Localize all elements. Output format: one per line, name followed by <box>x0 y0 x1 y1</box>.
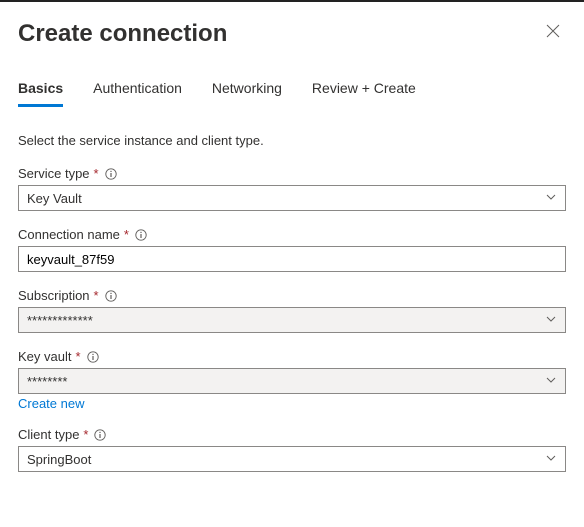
client-type-value: SpringBoot <box>27 452 91 467</box>
tab-bar: Basics Authentication Networking Review … <box>18 80 566 107</box>
chevron-down-icon <box>545 313 557 328</box>
required-asterisk: * <box>94 288 99 303</box>
create-new-link[interactable]: Create new <box>18 396 84 411</box>
connection-name-input[interactable] <box>27 252 557 267</box>
info-icon[interactable] <box>105 290 117 302</box>
subscription-label: Subscription <box>18 288 90 303</box>
tab-networking[interactable]: Networking <box>212 80 282 107</box>
required-asterisk: * <box>83 427 88 442</box>
subscription-select[interactable]: ************* <box>18 307 566 333</box>
info-icon[interactable] <box>94 429 106 441</box>
intro-text: Select the service instance and client t… <box>18 133 566 148</box>
panel-title: Create connection <box>18 20 227 48</box>
service-type-label: Service type <box>18 166 90 181</box>
connection-name-label: Connection name <box>18 227 120 242</box>
client-type-label: Client type <box>18 427 79 442</box>
close-button[interactable] <box>540 22 566 45</box>
tab-basics[interactable]: Basics <box>18 80 63 107</box>
tab-authentication[interactable]: Authentication <box>93 80 182 107</box>
client-type-select[interactable]: SpringBoot <box>18 446 566 472</box>
info-icon[interactable] <box>105 168 117 180</box>
connection-name-input-wrap[interactable] <box>18 246 566 272</box>
chevron-down-icon <box>545 191 557 206</box>
chevron-down-icon <box>545 452 557 467</box>
required-asterisk: * <box>124 227 129 242</box>
key-vault-select[interactable]: ******** <box>18 368 566 394</box>
service-type-select[interactable]: Key Vault <box>18 185 566 211</box>
info-icon[interactable] <box>135 229 147 241</box>
subscription-value: ************* <box>27 313 93 328</box>
info-icon[interactable] <box>87 351 99 363</box>
key-vault-label: Key vault <box>18 349 71 364</box>
required-asterisk: * <box>94 166 99 181</box>
key-vault-value: ******** <box>27 374 67 389</box>
chevron-down-icon <box>545 374 557 389</box>
close-icon <box>546 24 560 38</box>
tab-review-create[interactable]: Review + Create <box>312 80 416 107</box>
required-asterisk: * <box>75 349 80 364</box>
service-type-value: Key Vault <box>27 191 82 206</box>
